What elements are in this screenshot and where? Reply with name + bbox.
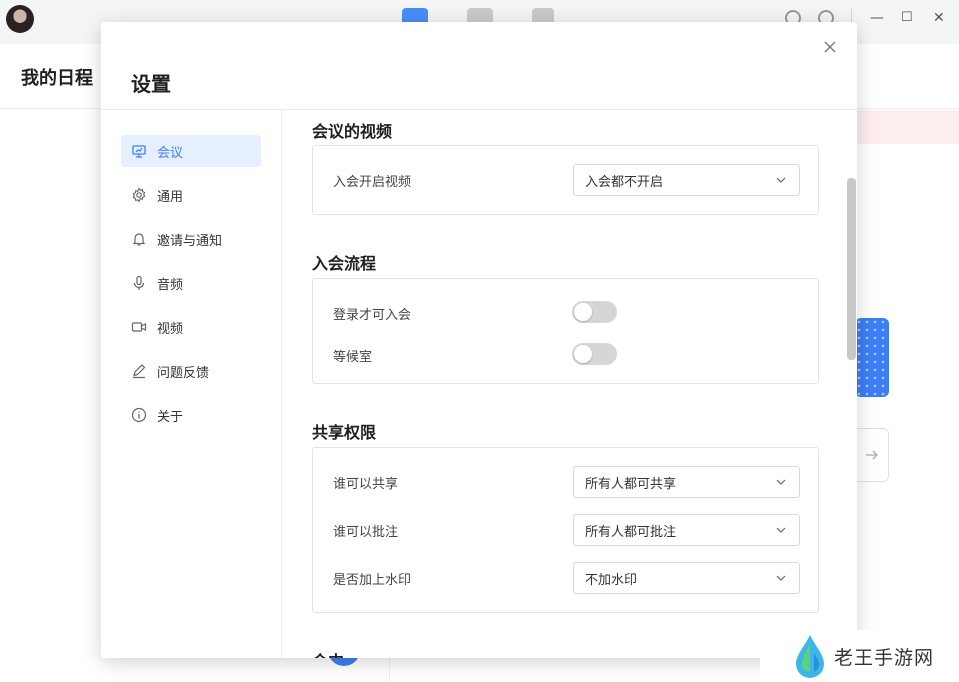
sidebar-item-about[interactable]: 关于 xyxy=(121,399,261,431)
sidebar-item-meeting[interactable]: 会议 xyxy=(121,135,261,167)
section-title-share: 共享权限 xyxy=(312,423,377,442)
sidebar-item-invite-notify[interactable]: 邀请与通知 xyxy=(121,223,261,255)
background-blue-card[interactable] xyxy=(855,318,889,397)
sidebar-item-label: 邀请与通知 xyxy=(157,233,223,249)
sidebar-item-feedback[interactable]: 问题反馈 xyxy=(121,355,261,387)
bell-icon xyxy=(131,231,147,247)
waiting-room-toggle[interactable] xyxy=(572,343,617,365)
page-title: 我的日程 xyxy=(21,68,93,89)
watermark-label: 是否加上水印 xyxy=(333,573,412,588)
pencil-icon xyxy=(131,363,147,379)
arrow-right-icon xyxy=(865,450,878,460)
dialog-title: 设置 xyxy=(131,72,171,96)
info-icon xyxy=(131,407,147,423)
waiting-room-label: 等候室 xyxy=(333,350,373,365)
who-annotate-label: 谁可以批注 xyxy=(333,525,399,540)
background-arrow-card[interactable] xyxy=(855,428,889,482)
section-title-in-meeting: 会中 xyxy=(312,648,344,658)
close-window-button[interactable]: ✕ xyxy=(933,10,945,26)
background-alert-strip xyxy=(857,110,959,144)
settings-content: 会议的视频 入会开启视频 入会都不开启 入会流程 登录才可入会 等候室 共享权限… xyxy=(282,110,857,658)
select-value: 入会都不开启 xyxy=(585,174,664,190)
chevron-down-icon xyxy=(776,177,786,183)
watermark-select[interactable]: 不加水印 xyxy=(573,562,800,594)
video-camera-icon xyxy=(131,319,147,335)
sidebar-item-label: 会议 xyxy=(157,145,184,161)
login-required-toggle[interactable] xyxy=(572,301,617,323)
gear-icon xyxy=(131,187,147,203)
select-value: 不加水印 xyxy=(585,572,638,588)
sidebar-item-video[interactable]: 视频 xyxy=(121,311,261,343)
close-dialog-button[interactable] xyxy=(821,40,839,58)
toggle-knob xyxy=(574,345,592,363)
toggle-knob xyxy=(574,303,592,321)
who-annotate-select[interactable]: 所有人都可批注 xyxy=(573,514,800,546)
share-permissions-card: 谁可以共享 所有人都可共享 谁可以批注 所有人都可批注 是否加上水印 不加水印 xyxy=(312,447,819,613)
login-required-label: 登录才可入会 xyxy=(333,308,412,323)
join-video-label: 入会开启视频 xyxy=(333,175,412,190)
chevron-down-icon xyxy=(776,527,786,533)
select-value: 所有人都可批注 xyxy=(585,524,677,540)
content-scrollbar[interactable] xyxy=(847,178,856,360)
minimize-button[interactable]: — xyxy=(870,10,884,26)
presentation-icon xyxy=(131,143,147,159)
section-title-join-flow: 入会流程 xyxy=(312,254,377,273)
section-title-video: 会议的视频 xyxy=(312,122,393,141)
sidebar-item-label: 视频 xyxy=(157,321,184,337)
sidebar-item-label: 音频 xyxy=(157,277,184,293)
video-settings-card: 入会开启视频 入会都不开启 xyxy=(312,145,819,215)
chevron-down-icon xyxy=(776,479,786,485)
sidebar-item-label: 问题反馈 xyxy=(157,365,210,381)
close-icon xyxy=(824,41,836,53)
settings-sidebar: 会议 通用 邀请与通知 音频 视频 问题反馈 关于 xyxy=(101,110,282,658)
who-share-select[interactable]: 所有人都可共享 xyxy=(573,466,800,498)
avatar[interactable] xyxy=(6,5,34,33)
sidebar-item-label: 通用 xyxy=(157,189,184,205)
join-video-select[interactable]: 入会都不开启 xyxy=(573,164,800,196)
watermark: 老王手游网 xyxy=(760,630,959,682)
chevron-down-icon xyxy=(776,575,786,581)
watermark-text: 老王手游网 xyxy=(834,646,935,669)
join-flow-card: 登录才可入会 等候室 xyxy=(312,278,819,384)
sidebar-item-audio[interactable]: 音频 xyxy=(121,267,261,299)
select-value: 所有人都可共享 xyxy=(585,476,677,492)
sidebar-item-label: 关于 xyxy=(157,409,184,425)
water-drop-logo-icon xyxy=(796,635,824,678)
sidebar-item-general[interactable]: 通用 xyxy=(121,179,261,211)
settings-dialog: 设置 会议 通用 邀请与通知 音频 视频 问题反馈 关于 会议的视频 入会开启视… xyxy=(101,22,857,658)
microphone-icon xyxy=(131,275,147,291)
who-share-label: 谁可以共享 xyxy=(333,477,399,492)
maximize-button[interactable]: ☐ xyxy=(901,10,913,25)
